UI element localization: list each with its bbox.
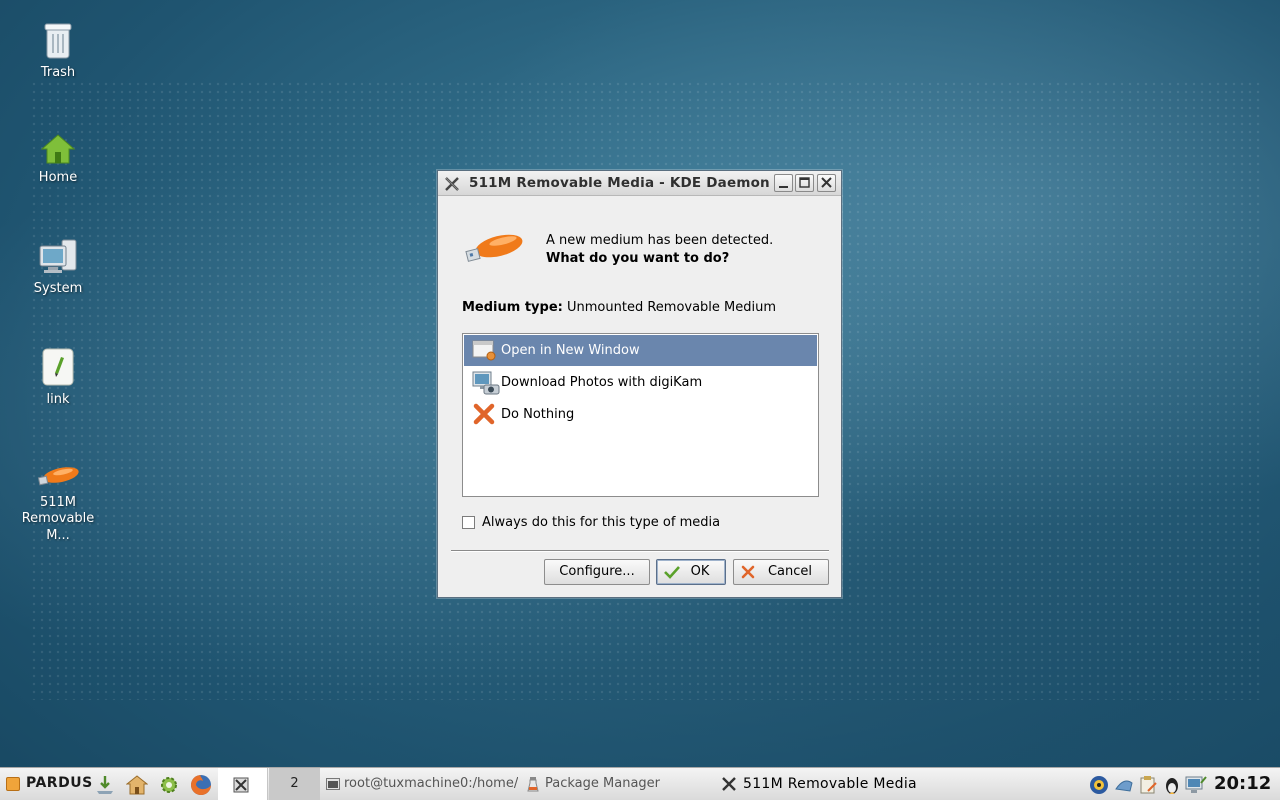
action-open-new-window[interactable]: Open in New Window [464, 335, 817, 366]
settings-gear-icon[interactable] [158, 774, 180, 796]
x-app-icon [722, 777, 736, 791]
desktop-icon-label-line2: Removable M... [21, 511, 95, 543]
terminal-icon [326, 778, 340, 790]
close-icon [821, 177, 832, 188]
network-eye-icon[interactable] [1089, 775, 1109, 795]
dialog-title: 511M Removable Media - KDE Daemon [469, 175, 770, 191]
task-removable-media[interactable]: 511M Removable Media [721, 768, 921, 800]
cancel-button[interactable]: Cancel [733, 559, 829, 585]
desktop-icon-label: Trash [40, 65, 76, 80]
desktop-icon-home[interactable]: Home [8, 133, 108, 186]
pager-desktop-2[interactable]: 2 [269, 768, 320, 800]
medium-type-label: Medium type: [462, 300, 563, 315]
button-separator [451, 550, 829, 552]
x-window-icon [233, 777, 249, 793]
action-do-nothing[interactable]: Do Nothing [464, 399, 817, 430]
computer-icon [39, 239, 77, 273]
desktop-icon-label: Home [38, 170, 78, 185]
digikam-icon [472, 371, 500, 395]
pardus-logo-icon [6, 777, 20, 791]
task-label: 511M Removable Media [743, 776, 917, 792]
action-label: Open in New Window [501, 343, 640, 358]
close-button[interactable] [817, 174, 836, 192]
maximize-icon [799, 177, 810, 188]
desktop-icon-label-line1: 511M [39, 495, 77, 510]
medium-type-row: Medium type: Unmounted Removable Medium [462, 300, 776, 315]
start-menu-label: PARDUS [26, 775, 93, 791]
question-message: What do you want to do? [546, 251, 730, 266]
x-app-icon [445, 177, 459, 191]
cancel-x-icon [473, 403, 495, 425]
task-label: Package Manager [545, 776, 661, 791]
desktop-icon-removable-media[interactable]: 511M Removable M... [8, 462, 108, 544]
usb-stick-icon [37, 467, 79, 486]
clipboard-icon[interactable] [1138, 775, 1158, 795]
minimize-icon [779, 186, 788, 188]
desktop-icon-label: link [46, 392, 70, 407]
cancel-icon [741, 565, 755, 579]
detected-message: A new medium has been detected. [546, 233, 774, 248]
trash-icon [44, 23, 72, 59]
kde-daemon-dialog: 511M Removable Media - KDE Daemon A new … [437, 170, 842, 598]
task-package-manager[interactable]: Package Manager [527, 768, 697, 800]
desktop-icon-label: System [33, 281, 83, 296]
ok-label: OK [690, 564, 710, 579]
link-file-icon [42, 348, 74, 386]
action-label: Download Photos with digiKam [501, 375, 703, 390]
cancel-label: Cancel [767, 564, 813, 579]
maximize-button[interactable] [795, 174, 814, 192]
package-manager-icon [527, 777, 539, 792]
dialog-titlebar[interactable]: 511M Removable Media - KDE Daemon [438, 171, 841, 196]
always-do-this-label[interactable]: Always do this for this type of media [482, 515, 720, 530]
home-folder-icon[interactable] [126, 774, 148, 796]
action-label: Do Nothing [501, 407, 575, 422]
start-menu-button[interactable]: PARDUS [4, 773, 92, 795]
network-monitor-icon[interactable] [1185, 775, 1207, 795]
install-icon[interactable] [94, 774, 116, 796]
window-icon [472, 340, 496, 361]
removable-medium-icon [465, 234, 523, 262]
desktop-icon-trash[interactable]: Trash [8, 20, 108, 81]
medium-type-value: Unmounted Removable Medium [567, 300, 777, 315]
audio-icon[interactable] [1114, 775, 1134, 795]
taskbar: PARDUS 2 root@tuxmachine0:/home/ Package… [0, 767, 1280, 800]
task-label: root@tuxmachine0:/home/ [344, 776, 518, 791]
action-list[interactable]: Open in New Window Download Photos with … [462, 333, 819, 497]
action-download-photos[interactable]: Download Photos with digiKam [464, 367, 817, 398]
minimize-button[interactable] [774, 174, 793, 192]
task-terminal[interactable]: root@tuxmachine0:/home/ [326, 768, 518, 800]
home-icon [40, 134, 76, 164]
pager-desktop-1[interactable] [218, 768, 268, 800]
checkmark-icon [664, 566, 680, 579]
always-do-this-checkbox[interactable] [462, 516, 475, 529]
desktop-icon-link[interactable]: link [8, 347, 108, 408]
clock[interactable]: 20:12 [1214, 773, 1271, 794]
ok-button[interactable]: OK [656, 559, 726, 585]
firefox-icon[interactable] [190, 774, 212, 796]
configure-label: Configure... [559, 564, 635, 579]
tux-icon[interactable] [1162, 775, 1182, 795]
configure-button[interactable]: Configure... [544, 559, 650, 585]
desktop-icon-system[interactable]: System [8, 238, 108, 297]
desktop-pager: 2 [218, 768, 322, 800]
